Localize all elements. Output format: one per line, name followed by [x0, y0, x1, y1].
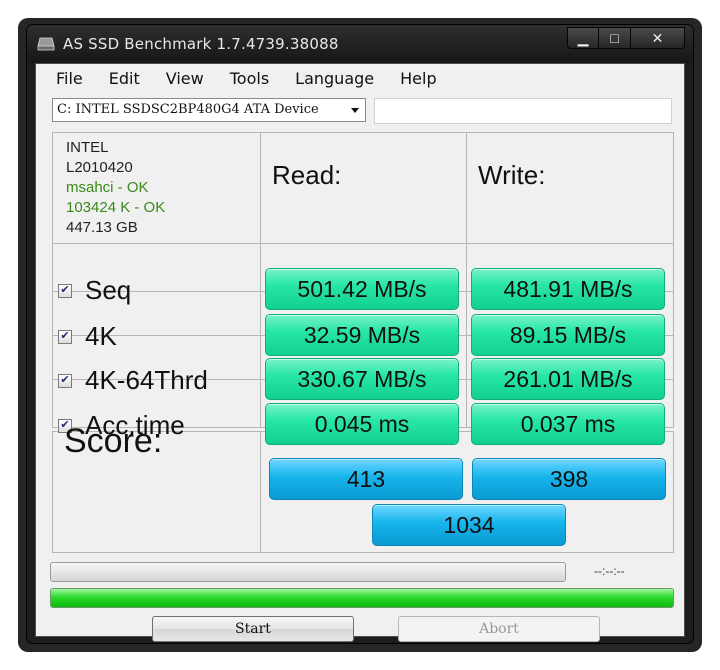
- write-column-header: Write:: [478, 160, 546, 190]
- test-row-4k-64thrd: ✔ 4K-64Thrd: [58, 365, 208, 396]
- app-window: AS SSD Benchmark 1.7.4739.38088 ▁ □ ✕ Fi…: [26, 24, 694, 644]
- menu-bar: File Edit View Tools Language Help: [36, 64, 684, 92]
- close-icon: ✕: [651, 29, 664, 46]
- overall-progress: [50, 588, 674, 608]
- grid-line: [52, 132, 674, 133]
- grid-line: [260, 431, 261, 553]
- test-label-4k: 4K: [85, 321, 117, 351]
- menu-edit[interactable]: Edit: [109, 69, 140, 88]
- checkmark-icon: ✔: [60, 374, 70, 386]
- overall-progress-fill: [51, 589, 673, 607]
- 4k-64thrd-write-result: 261.01 MB/s: [471, 358, 665, 400]
- score-label: Score:: [64, 422, 163, 460]
- read-score: 413: [269, 458, 463, 500]
- checkmark-icon: ✔: [60, 330, 70, 342]
- device-dropdown-value: C: INTEL SSDSC2BP480G4 ATA Device: [57, 102, 319, 117]
- extra-input-field[interactable]: [374, 98, 672, 124]
- 4k-64thrd-checkbox[interactable]: ✔: [58, 373, 72, 388]
- 4k-checkbox[interactable]: ✔: [58, 329, 72, 344]
- seq-write-result: 481.91 MB/s: [471, 268, 665, 310]
- 4k-read-result: 32.59 MB/s: [265, 314, 459, 356]
- test-row-seq: ✔ Seq: [58, 275, 131, 306]
- drive-info: INTEL L2010420 msahci - OK 103424 K - OK…: [66, 138, 165, 238]
- grid-line: [52, 552, 674, 553]
- drive-firmware: L2010420: [66, 159, 133, 176]
- elapsed-time: --:--:--: [594, 564, 625, 578]
- grid-line: [52, 243, 674, 244]
- grid-line: [52, 132, 53, 428]
- acc-time-read-result: 0.045 ms: [265, 403, 459, 445]
- abort-button[interactable]: Abort: [398, 616, 600, 642]
- menu-file[interactable]: File: [56, 69, 83, 88]
- window-title: AS SSD Benchmark 1.7.4739.38088: [63, 35, 339, 53]
- menu-tools[interactable]: Tools: [230, 69, 269, 88]
- menu-help[interactable]: Help: [400, 69, 436, 88]
- client-area: File Edit View Tools Language Help C: IN…: [35, 63, 685, 642]
- grid-line: [673, 132, 674, 428]
- total-score: 1034: [372, 504, 566, 546]
- test-row-4k: ✔ 4K: [58, 321, 117, 352]
- minimize-icon: ▁: [577, 29, 589, 46]
- close-button[interactable]: ✕: [631, 27, 685, 49]
- 4k-64thrd-read-result: 330.67 MB/s: [265, 358, 459, 400]
- read-column-header: Read:: [272, 160, 342, 190]
- seq-checkbox[interactable]: ✔: [58, 283, 72, 298]
- menu-view[interactable]: View: [166, 69, 204, 88]
- maximize-button[interactable]: □: [599, 27, 631, 49]
- menu-language[interactable]: Language: [295, 69, 374, 88]
- device-dropdown[interactable]: C: INTEL SSDSC2BP480G4 ATA Device: [52, 98, 366, 122]
- grid-line: [52, 431, 53, 553]
- grid-line: [466, 132, 467, 428]
- caption-buttons: ▁ □ ✕: [567, 27, 685, 49]
- driver-status: msahci - OK: [66, 179, 149, 196]
- grid-line: [260, 132, 261, 428]
- checkmark-icon: ✔: [60, 284, 70, 296]
- drive-vendor: INTEL: [66, 139, 109, 156]
- alignment-status: 103424 K - OK: [66, 199, 166, 216]
- test-label-4k-64thrd: 4K-64Thrd: [85, 365, 208, 395]
- 4k-write-result: 89.15 MB/s: [471, 314, 665, 356]
- start-button[interactable]: Start: [152, 616, 354, 642]
- title-bar[interactable]: AS SSD Benchmark 1.7.4739.38088 ▁ □ ✕: [27, 25, 693, 63]
- maximize-icon: □: [610, 30, 619, 46]
- drive-capacity: 447.13 GB: [66, 219, 138, 236]
- test-label-seq: Seq: [85, 275, 132, 305]
- seq-read-result: 501.42 MB/s: [265, 268, 459, 310]
- acc-time-write-result: 0.037 ms: [471, 403, 665, 445]
- drive-icon: [37, 37, 55, 51]
- grid-line: [673, 431, 674, 553]
- minimize-button[interactable]: ▁: [567, 27, 599, 49]
- write-score: 398: [472, 458, 666, 500]
- chevron-down-icon: [351, 108, 359, 113]
- current-test-progress: [50, 562, 566, 582]
